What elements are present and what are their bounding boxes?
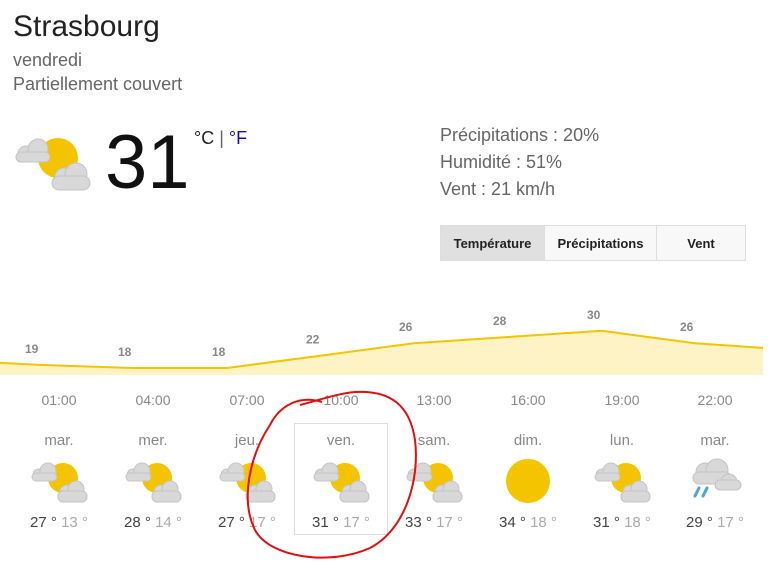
chart-value-label: 22 (306, 333, 320, 347)
fahrenheit-link[interactable]: °F (229, 128, 247, 148)
forecast-temperatures: 28 ° 14 ° (106, 514, 200, 531)
partly-cloudy-icon[interactable] (200, 458, 294, 506)
location-title: Strasbourg (13, 10, 160, 43)
wind-stat: Vent : 21 km/h (440, 179, 556, 199)
chart-tabs: Température Précipitations Vent (440, 225, 746, 261)
forecast-low: 13 ° (56, 514, 88, 531)
unit-switch: °C | °F (194, 128, 247, 149)
forecast-low: 17 ° (338, 514, 370, 531)
forecast-temperatures: 27 ° 13 ° (12, 514, 106, 531)
chart-value-label: 26 (399, 320, 413, 334)
forecast-temperatures: 31 ° 17 ° (294, 514, 388, 531)
partly-cloudy-icon[interactable] (294, 458, 388, 506)
forecast-temperatures: 27 ° 17 ° (200, 514, 294, 531)
celsius-unit[interactable]: °C (194, 128, 214, 148)
chart-value-label: 19 (25, 342, 39, 356)
hour-label: 07:00 (229, 392, 265, 408)
forecast-temperatures: 33 ° 17 ° (387, 514, 481, 531)
forecast-day-label[interactable]: jeu. (200, 432, 294, 449)
hour-label: 19:00 (604, 392, 640, 408)
current-day: vendredi (13, 50, 83, 70)
temperature-chart: 19 18 18 22 26 28 30 26 (0, 308, 764, 375)
partly-cloudy-icon[interactable] (387, 458, 481, 506)
forecast-low: 18 ° (619, 514, 651, 531)
forecast-day-label[interactable]: lun. (575, 432, 669, 449)
forecast-high: 31 ° (312, 514, 339, 531)
forecast-day-label[interactable]: mar. (12, 432, 106, 449)
forecast-high: 27 ° (30, 514, 57, 531)
rain-icon[interactable] (668, 458, 762, 506)
hour-label: 13:00 (416, 392, 452, 408)
chart-value-label: 26 (680, 320, 694, 334)
hour-label: 04:00 (135, 392, 171, 408)
tab-temperature[interactable]: Température (441, 226, 545, 260)
forecast-low: 18 ° (525, 514, 557, 531)
forecast-day-label[interactable]: sam. (387, 432, 481, 449)
hour-label: 10:00 (323, 392, 359, 408)
hour-label: 22:00 (697, 392, 733, 408)
unit-separator: | (219, 128, 224, 148)
chart-value-label: 18 (118, 345, 132, 359)
current-temperature: 31 (105, 120, 190, 205)
forecast-high: 33 ° (405, 514, 432, 531)
forecast-low: 17 ° (244, 514, 276, 531)
forecast-high: 31 ° (593, 514, 620, 531)
hour-label: 16:00 (510, 392, 546, 408)
forecast-day-label[interactable]: mer. (106, 432, 200, 449)
partly-cloudy-icon[interactable] (575, 458, 669, 506)
forecast-temperatures: 29 ° 17 ° (668, 514, 762, 531)
forecast-temperatures: 34 ° 18 ° (481, 514, 575, 531)
forecast-low: 17 ° (431, 514, 463, 531)
forecast-high: 29 ° (686, 514, 713, 531)
partly-cloudy-icon[interactable] (12, 458, 106, 506)
sunny-icon[interactable] (481, 458, 575, 506)
forecast-low: 17 ° (712, 514, 744, 531)
precipitation-stat: Précipitations : 20% (440, 125, 600, 145)
forecast-temperatures: 31 ° 18 ° (575, 514, 669, 531)
chart-value-label: 30 (587, 308, 601, 322)
partly-cloudy-icon (15, 138, 91, 191)
forecast-high: 34 ° (499, 514, 526, 531)
hour-label: 01:00 (41, 392, 77, 408)
chart-value-label: 28 (493, 314, 507, 328)
tab-precipitation[interactable]: Précipitations (545, 226, 657, 260)
forecast-high: 27 ° (218, 514, 245, 531)
partly-cloudy-icon[interactable] (106, 458, 200, 506)
tab-wind[interactable]: Vent (657, 226, 745, 260)
chart-value-label: 18 (212, 345, 226, 359)
current-condition: Partiellement couvert (13, 74, 183, 94)
forecast-day-label[interactable]: ven. (294, 432, 388, 449)
forecast-day-label[interactable]: mar. (668, 432, 762, 449)
forecast-day-label[interactable]: dim. (481, 432, 575, 449)
humidity-stat: Humidité : 51% (440, 152, 563, 172)
forecast-high: 28 ° (124, 514, 151, 531)
forecast-low: 14 ° (150, 514, 182, 531)
